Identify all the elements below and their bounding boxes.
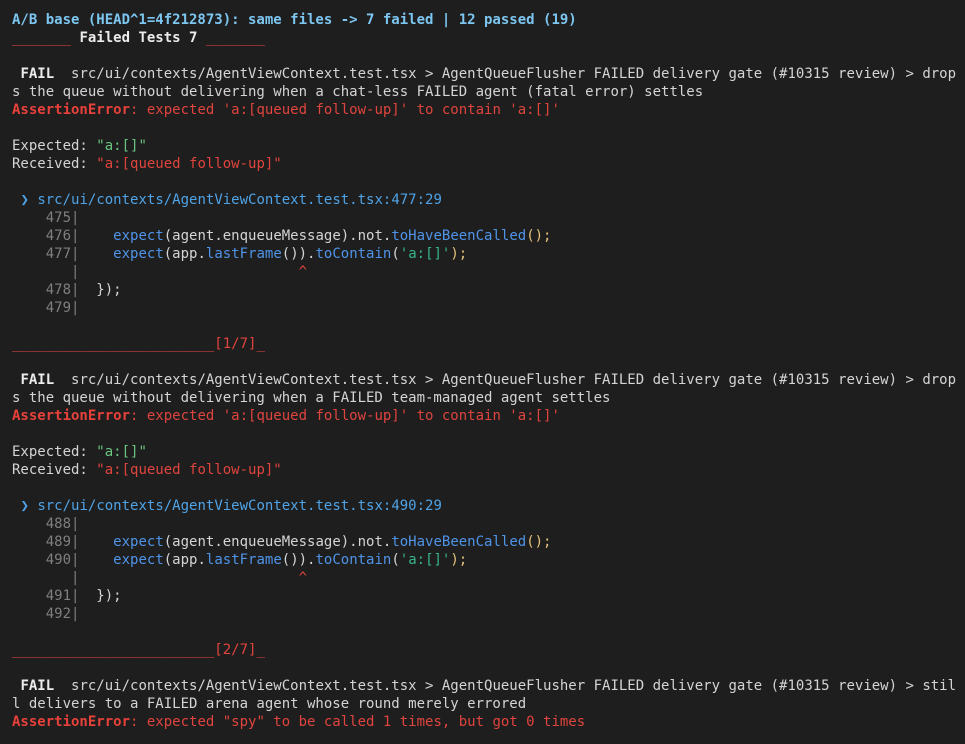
code-line: 492| [12,605,960,623]
error-caret: ^ [298,264,308,280]
fail-badge: FAIL [20,372,55,388]
error-message: : expected 'a:[queued follow-up]' to con… [130,408,560,424]
failed-tests-header: _______ Failed Tests 7 _______ [12,29,960,47]
failure-block-1: FAIL src/ui/contexts/AgentViewContext.te… [12,65,960,371]
failure-footer: ________________________[1/7]_ [12,335,960,353]
footer-tail: _ [256,642,265,658]
failure-title-cont: l delivers to a FAILED arena agent whose… [12,696,527,712]
code-line: 476| expect(agent.enqueueMessage).not.to… [45,228,552,244]
gutter-pipe: | [71,570,80,586]
failure-title: src/ui/contexts/AgentViewContext.test.ts… [71,66,957,82]
line-number: 492 [45,606,72,622]
footer-rule: ________________________ [12,336,215,352]
expected-value: "a:[]" [96,444,147,460]
code-line: 490| expect(app.lastFrame()).toContain('… [45,552,468,568]
caret-line: | ^ [12,569,960,587]
line-number: 479 [45,300,72,316]
fail-badge: FAIL [20,678,55,694]
gutter-pipe: | [71,264,80,280]
expected-label: Expected: [12,444,97,460]
failure-title: src/ui/contexts/AgentViewContext.test.ts… [71,372,957,388]
failure-block-3: FAIL src/ui/contexts/AgentViewContext.te… [12,677,960,731]
caret-line: | ^ [12,263,960,281]
error-message: : expected "spy" to be called 1 times, b… [130,714,586,730]
code-line: 491| }); [45,588,122,604]
line-number: 475 [45,210,72,226]
failed-tests-title: Failed Tests 7 [71,30,206,46]
received-value: "a:[queued follow-up]" [96,156,282,172]
assertion-error-line: AssertionError: expected 'a:[queued foll… [12,101,960,119]
failure-title-line: FAIL src/ui/contexts/AgentViewContext.te… [12,371,960,389]
error-message: : expected 'a:[queued follow-up]' to con… [130,102,560,118]
summary-line: A/B base (HEAD^1=4f212873): same files -… [12,11,960,29]
line-number: 489 [45,534,72,550]
assertion-error-line: AssertionError: expected 'a:[queued foll… [12,407,960,425]
chevron-right-icon: ❯ [20,498,29,514]
code-line: 478| }); [45,282,122,298]
line-number: 476 [45,228,72,244]
line-number: 477 [45,246,72,262]
received-label: Received: [12,462,97,478]
expected-label: Expected: [12,138,97,154]
expected-value: "a:[]" [96,138,147,154]
footer-rule: ________________________ [12,642,215,658]
code-line: 479| [12,299,960,317]
footer-tail: _ [256,336,265,352]
failure-footer: ________________________[2/7]_ [12,641,960,659]
code-line: 475| [12,209,960,227]
received-line: Received: "a:[queued follow-up]" [12,155,960,173]
source-location-link[interactable]: src/ui/contexts/AgentViewContext.test.ts… [37,192,442,208]
terminal-output: A/B base (HEAD^1=4f212873): same files -… [12,11,960,731]
line-number: 478 [45,282,72,298]
gutter-pipe: | [71,210,80,226]
error-name: AssertionError [12,102,131,118]
chevron-right-icon: ❯ [20,192,29,208]
failure-title-line: FAIL src/ui/contexts/AgentViewContext.te… [12,677,960,695]
line-number: 490 [45,552,72,568]
received-label: Received: [12,156,97,172]
fail-badge: FAIL [20,66,55,82]
error-name: AssertionError [12,408,131,424]
failure-block-2: FAIL src/ui/contexts/AgentViewContext.te… [12,371,960,677]
assertion-error-line: AssertionError: expected "spy" to be cal… [12,713,960,731]
summary-text: A/B base (HEAD^1=4f212873): same files -… [12,12,577,28]
header-rule-left: _______ [12,30,72,46]
source-location-link[interactable]: src/ui/contexts/AgentViewContext.test.ts… [37,498,442,514]
code-line: 488| [12,515,960,533]
error-caret: ^ [298,570,308,586]
failure-counter: [1/7] [214,336,257,352]
error-name: AssertionError [12,714,131,730]
gutter-pipe: | [71,300,80,316]
location-line[interactable]: ❯ src/ui/contexts/AgentViewContext.test.… [12,497,960,515]
line-number: 491 [45,588,72,604]
expected-line: Expected: "a:[]" [12,443,960,461]
received-line: Received: "a:[queued follow-up]" [12,461,960,479]
failure-title: src/ui/contexts/AgentViewContext.test.ts… [71,678,957,694]
received-value: "a:[queued follow-up]" [96,462,282,478]
code-line: 489| expect(agent.enqueueMessage).not.to… [45,534,552,550]
expected-line: Expected: "a:[]" [12,137,960,155]
gutter-pipe: | [71,606,80,622]
line-number: 488 [45,516,72,532]
header-rule-right: _______ [205,30,265,46]
failure-title-line: FAIL src/ui/contexts/AgentViewContext.te… [12,65,960,83]
failure-title-cont: s the queue without delivering when a ch… [12,84,704,100]
failure-title-cont: s the queue without delivering when a FA… [12,390,611,406]
gutter-pipe: | [71,516,80,532]
location-line[interactable]: ❯ src/ui/contexts/AgentViewContext.test.… [12,191,960,209]
failure-counter: [2/7] [214,642,257,658]
code-line: 477| expect(app.lastFrame()).toContain('… [45,246,468,262]
